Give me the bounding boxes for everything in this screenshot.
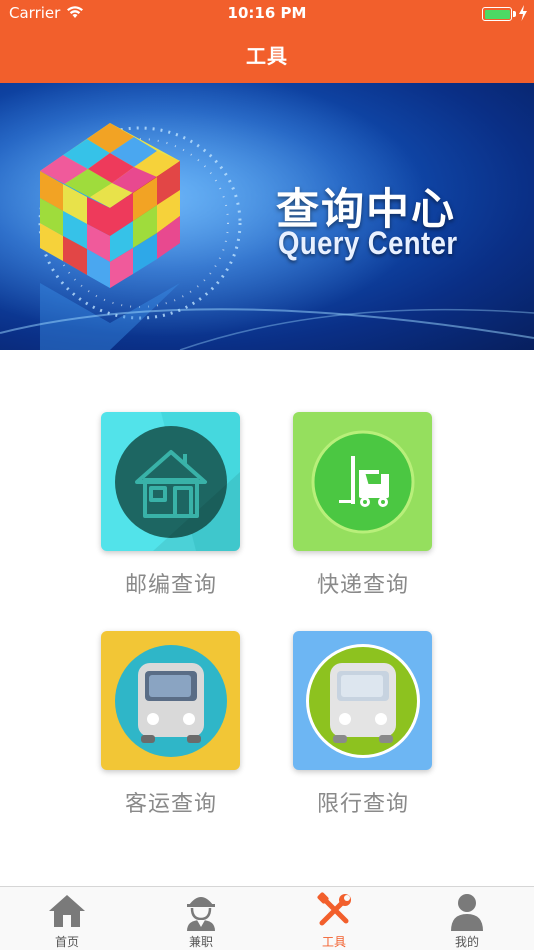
forklift-icon [311,430,415,534]
bus-icon [306,644,420,758]
tool-label: 快递查询 [316,573,409,598]
home-icon [49,895,85,927]
query-center-banner: 查询中心 Query Center [0,83,534,350]
tab-label: 兼职 [188,935,213,949]
banner-title-en: Query Center [278,225,458,261]
top-bar: Carrier 10:16 PM 工具 [0,0,534,83]
tool-label: 邮编查询 [124,573,217,598]
tab-label: 我的 [454,935,479,949]
tab-bar: 首页 兼职 工具 我的 [0,886,534,950]
tool-express-query[interactable]: 快递查询 [293,412,433,599]
battery-icon [482,7,512,21]
tab-part-time[interactable]: 兼职 [134,887,268,950]
tool-label: 限行查询 [316,792,409,817]
tab-home[interactable]: 首页 [0,887,134,950]
page-title: 工具 [246,44,288,68]
tool-postcode-query[interactable]: 邮编查询 [101,412,241,599]
tab-mine[interactable]: 我的 [400,887,534,950]
status-bar: Carrier 10:16 PM [0,0,534,28]
tab-label: 首页 [54,935,79,949]
bus-icon [115,645,227,757]
person-icon [451,894,483,931]
tab-label: 工具 [321,935,346,949]
tool-passenger-query[interactable]: 客运查询 [101,631,241,818]
status-time: 10:16 PM [227,4,307,22]
tools-icon [317,892,351,926]
tab-tools[interactable]: 工具 [267,887,401,950]
tool-traffic-limit-query[interactable]: 限行查询 [293,631,433,818]
worker-icon [187,897,215,931]
tool-label: 客运查询 [124,792,217,817]
charging-icon [519,5,527,21]
house-icon [115,412,240,551]
